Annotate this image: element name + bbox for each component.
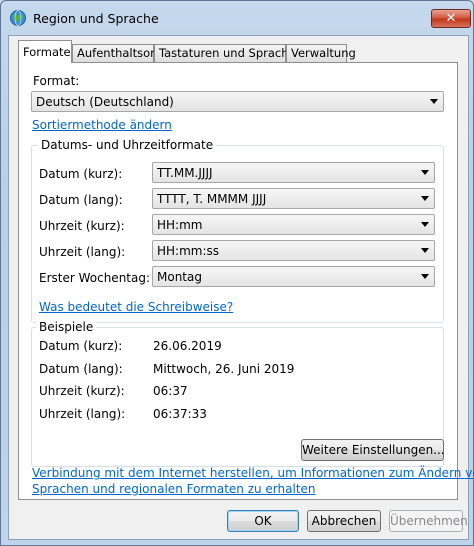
chevron-down-icon bbox=[421, 222, 429, 227]
short-time-label: Uhrzeit (kurz): bbox=[39, 219, 125, 233]
long-date-label: Datum (lang): bbox=[39, 193, 123, 207]
examples-title: Beispiele bbox=[36, 320, 97, 334]
tab-aufenthaltsort[interactable]: Aufenthaltsort bbox=[72, 44, 159, 62]
format-select[interactable]: Deutsch (Deutschland) bbox=[31, 91, 444, 112]
example-long-time-value: 06:37:33 bbox=[153, 407, 207, 421]
example-short-date-value: 26.06.2019 bbox=[153, 339, 222, 353]
cancel-button[interactable]: Abbrechen bbox=[307, 510, 381, 532]
short-time-select[interactable]: HH:mm bbox=[152, 214, 435, 235]
example-long-date-label: Datum (lang): bbox=[39, 362, 123, 376]
internet-info-link-line1[interactable]: Verbindung mit dem Internet herstellen, … bbox=[32, 466, 474, 480]
long-time-select[interactable]: HH:mm:ss bbox=[152, 240, 435, 261]
internet-info-link-line2[interactable]: Sprachen und regionalen Formaten zu erha… bbox=[32, 482, 316, 496]
long-date-select[interactable]: TTTT, T. MMMM JJJJ bbox=[152, 188, 435, 209]
first-weekday-select[interactable]: Montag bbox=[152, 266, 435, 287]
dialog-client: Formate Aufenthaltsort Tastaturen und Sp… bbox=[8, 35, 474, 540]
more-settings-button[interactable]: Weitere Einstellungen... bbox=[301, 439, 445, 461]
example-short-time-label: Uhrzeit (kurz): bbox=[39, 384, 125, 398]
close-button[interactable]: ✕ bbox=[431, 9, 471, 28]
example-long-time-label: Uhrzeit (lang): bbox=[39, 407, 126, 421]
notation-help-link[interactable]: Was bedeutet die Schreibweise? bbox=[39, 300, 233, 314]
example-short-time-value: 06:37 bbox=[153, 384, 188, 398]
title-bar[interactable]: Region und Sprache ✕ bbox=[1, 1, 473, 35]
chevron-down-icon bbox=[421, 274, 429, 279]
chevron-down-icon bbox=[421, 196, 429, 201]
dialog-window: Region und Sprache ✕ Formate Aufenthalts… bbox=[0, 0, 474, 546]
close-icon: ✕ bbox=[445, 11, 457, 26]
first-weekday-label: Erster Wochentag: bbox=[39, 271, 151, 285]
tab-panel-formate: Format: Deutsch (Deutschland) Sortiermet… bbox=[18, 62, 474, 500]
short-date-select[interactable]: TT.MM.JJJJ bbox=[152, 162, 435, 183]
tab-formate[interactable]: Formate bbox=[18, 40, 72, 63]
long-date-value: TTTT, T. MMMM JJJJ bbox=[157, 192, 267, 206]
first-weekday-value: Montag bbox=[157, 270, 202, 284]
format-select-value: Deutsch (Deutschland) bbox=[36, 95, 174, 109]
chevron-down-icon bbox=[421, 248, 429, 253]
short-date-value: TT.MM.JJJJ bbox=[157, 166, 213, 180]
chevron-down-icon bbox=[430, 99, 438, 104]
format-label: Format: bbox=[33, 74, 80, 88]
short-date-label: Datum (kurz): bbox=[39, 167, 123, 181]
globe-icon bbox=[9, 9, 27, 27]
ok-button[interactable]: OK bbox=[227, 510, 299, 532]
chevron-down-icon bbox=[421, 170, 429, 175]
long-time-value: HH:mm:ss bbox=[157, 244, 220, 258]
example-short-date-label: Datum (kurz): bbox=[39, 339, 123, 353]
apply-button: Übernehmen bbox=[389, 510, 468, 532]
long-time-label: Uhrzeit (lang): bbox=[39, 245, 126, 259]
short-time-value: HH:mm bbox=[157, 218, 203, 232]
tab-tastaturen-und-sprachen[interactable]: Tastaturen und Sprachen bbox=[154, 44, 303, 62]
example-long-date-value: Mittwoch, 26. Juni 2019 bbox=[153, 362, 295, 376]
datetime-formats-title: Datums- und Uhrzeitformate bbox=[38, 138, 217, 152]
window-title: Region und Sprache bbox=[33, 11, 159, 26]
tab-verwaltung[interactable]: Verwaltung bbox=[286, 44, 356, 62]
sort-method-link[interactable]: Sortiermethode ändern bbox=[32, 118, 172, 132]
